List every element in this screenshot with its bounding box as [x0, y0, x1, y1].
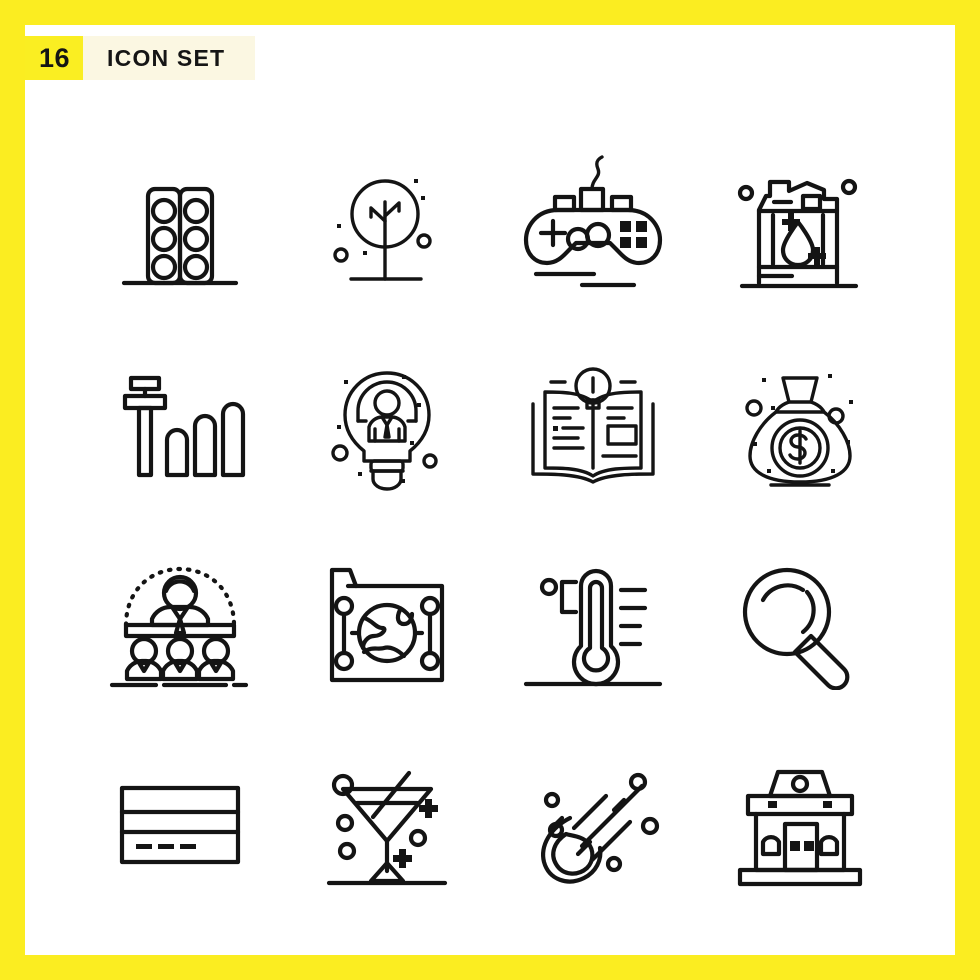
detergent-bottle-icon — [730, 155, 870, 295]
icon-cell-cocktail[interactable] — [284, 725, 491, 925]
thermometer-celsius-icon — [518, 558, 668, 693]
icon-cell-detergent[interactable] — [697, 125, 904, 325]
icon-cell-money-bag[interactable] — [697, 325, 904, 525]
tree-icon — [317, 155, 457, 295]
credit-card-icon — [110, 770, 250, 880]
magnifying-glass-icon — [732, 560, 867, 690]
icon-cell-store[interactable] — [697, 725, 904, 925]
poster-header: 16 ICON SET — [25, 36, 256, 80]
open-book-idea-icon — [521, 360, 666, 490]
icon-cell-temperature[interactable] — [490, 525, 697, 725]
conference-speaker-icon — [104, 561, 256, 689]
lightbulb-businessman-icon — [317, 355, 457, 495]
icon-cell-game-controller[interactable] — [490, 125, 697, 325]
cocktail-glass-icon — [317, 759, 457, 891]
icon-count-badge: 16 — [25, 36, 84, 80]
icon-cell-creative-idea[interactable] — [284, 325, 491, 525]
icon-cell-knowledge-book[interactable] — [490, 325, 697, 525]
game-controller-icon — [518, 155, 668, 295]
icon-cell-tree[interactable] — [284, 125, 491, 325]
folder-globe-icon — [322, 562, 452, 688]
store-building-icon — [730, 762, 870, 888]
icon-cell-comet[interactable] — [490, 725, 697, 925]
money-bag-icon — [730, 358, 870, 493]
comet-icon — [518, 760, 668, 890]
icon-cell-pills[interactable] — [77, 125, 284, 325]
icon-cell-search[interactable] — [697, 525, 904, 725]
poster-canvas: 16 ICON SET — [25, 25, 955, 955]
page-title: ICON SET — [83, 36, 256, 80]
control-tower-growth-icon — [110, 360, 250, 490]
pills-blister-pack-icon — [110, 155, 250, 295]
icon-grid — [77, 125, 903, 925]
icon-cell-presentation[interactable] — [77, 525, 284, 725]
icon-cell-credit-card[interactable] — [77, 725, 284, 925]
icon-cell-shared-folder[interactable] — [284, 525, 491, 725]
icon-cell-control-tower-growth[interactable] — [77, 325, 284, 525]
